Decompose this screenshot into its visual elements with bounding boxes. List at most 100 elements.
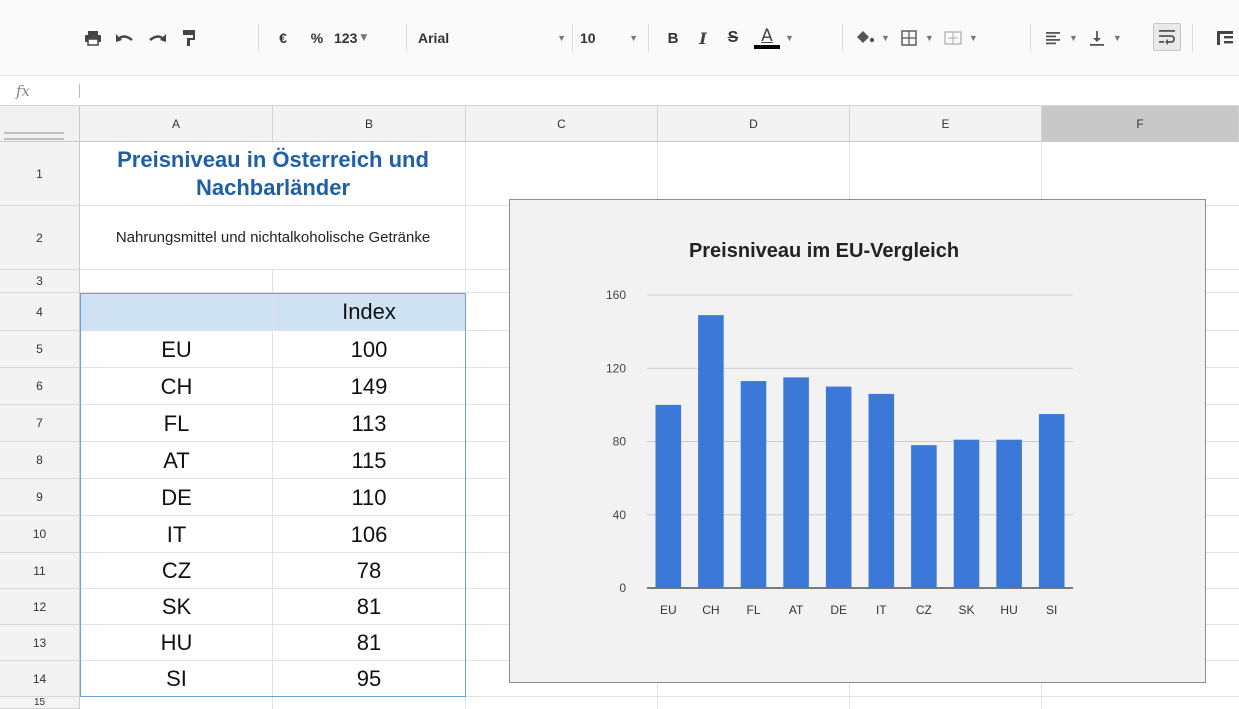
table-cell-index[interactable]: 149 <box>273 368 465 405</box>
print-icon <box>85 31 101 46</box>
row-header-7[interactable]: 7 <box>0 405 80 442</box>
row-header-9[interactable]: 9 <box>0 479 80 516</box>
x-tick-label: SI <box>1046 603 1057 617</box>
merge-cells-icon <box>944 31 962 45</box>
x-tick-label: CH <box>702 603 719 617</box>
text-color-button[interactable]: A <box>752 24 782 52</box>
align-bottom-icon <box>1089 31 1104 46</box>
row-header-10[interactable]: 10 <box>0 516 80 553</box>
row-header-12[interactable]: 12 <box>0 589 80 625</box>
bar-ch[interactable] <box>698 315 724 588</box>
fill-color-icon <box>857 31 875 43</box>
bold-button[interactable]: B <box>660 24 686 52</box>
column-header-f[interactable]: F <box>1042 106 1239 142</box>
row-header-5[interactable]: 5 <box>0 331 80 368</box>
chevron-down-icon[interactable]: ▼ <box>785 33 794 43</box>
undo-button[interactable] <box>112 24 138 52</box>
select-all-corner[interactable] <box>0 106 80 142</box>
table-cell-index[interactable]: 115 <box>273 442 465 479</box>
table-cell-country[interactable]: CH <box>81 368 272 405</box>
vertical-align-button[interactable] <box>1084 24 1110 52</box>
toolbar-separator <box>258 24 259 52</box>
y-tick-label: 40 <box>613 508 627 522</box>
text-wrap-button[interactable] <box>1153 23 1181 51</box>
borders-button[interactable] <box>896 24 922 52</box>
bar-at[interactable] <box>783 377 809 588</box>
column-header-d[interactable]: D <box>658 106 850 142</box>
bar-sk[interactable] <box>953 439 980 588</box>
bar-si[interactable] <box>1038 414 1065 588</box>
row-header-11[interactable]: 11 <box>0 553 80 589</box>
chevron-down-icon[interactable]: ▼ <box>1069 33 1078 43</box>
table-cell-country[interactable]: CZ <box>81 553 272 589</box>
italic-button[interactable]: I <box>690 24 716 52</box>
toolbar-cell-group: ▼ ▼ ▼ <box>852 22 978 54</box>
column-header-e[interactable]: E <box>850 106 1042 142</box>
column-header-b[interactable]: B <box>273 106 466 142</box>
table-cell-country[interactable]: DE <box>81 479 272 516</box>
toolbar-separator <box>1030 24 1031 52</box>
text-rotation-icon <box>1217 31 1233 45</box>
table-cell-country[interactable]: SK <box>81 589 272 625</box>
formula-input[interactable] <box>88 76 1228 105</box>
merge-cells-button[interactable] <box>940 24 966 52</box>
strikethrough-button[interactable]: S <box>720 24 746 52</box>
row-header-15[interactable]: 15 <box>0 697 80 709</box>
table-cell-index[interactable]: 95 <box>273 661 465 697</box>
table-cell-country[interactable]: EU <box>81 331 272 368</box>
sheet-subtitle[interactable]: Nahrungsmittel und nichtalkoholische Get… <box>81 206 465 269</box>
bar-cz[interactable] <box>911 445 937 588</box>
column-header-a[interactable]: A <box>80 106 273 142</box>
table-header-index[interactable]: Index <box>273 294 465 330</box>
chevron-down-icon[interactable]: ▼ <box>881 33 890 43</box>
table-cell-index[interactable]: 110 <box>273 479 465 516</box>
row-header-1[interactable]: 1 <box>0 142 80 206</box>
font-size-select[interactable]: 10 ▼ <box>580 22 638 54</box>
bar-de[interactable] <box>825 386 852 588</box>
row-header-4[interactable]: 4 <box>0 293 80 331</box>
chart[interactable]: Preisniveau im EU-Vergleich 0 40 80 120 160 E… <box>509 199 1206 683</box>
number-format-dropdown[interactable]: 123 ▼ <box>334 24 367 52</box>
table-cell-country[interactable]: AT <box>81 442 272 479</box>
chevron-down-icon: ▼ <box>360 33 368 43</box>
redo-button[interactable] <box>144 24 170 52</box>
row-header-6[interactable]: 6 <box>0 368 80 405</box>
text-color-icon: A <box>761 26 773 46</box>
row-header-3[interactable]: 3 <box>0 270 80 293</box>
table-header-country[interactable] <box>81 294 272 330</box>
text-rotation-button[interactable] <box>1212 24 1238 52</box>
table-cell-country[interactable]: IT <box>81 516 272 553</box>
bar-fl[interactable] <box>740 381 767 588</box>
row-header-14[interactable]: 14 <box>0 661 80 697</box>
percent-format-button[interactable]: % <box>304 24 330 52</box>
font-family-select[interactable]: Arial ▼ <box>418 22 566 54</box>
horizontal-align-button[interactable] <box>1040 24 1066 52</box>
bar-it[interactable] <box>868 393 895 588</box>
bar-hu[interactable] <box>996 439 1022 588</box>
column-header-c[interactable]: C <box>466 106 658 142</box>
table-cell-index[interactable]: 113 <box>273 405 465 442</box>
table-cell-index[interactable]: 78 <box>273 553 465 589</box>
table-cell-index[interactable]: 81 <box>273 589 465 625</box>
row-header-2[interactable]: 2 <box>0 206 80 270</box>
table-cell-index[interactable]: 106 <box>273 516 465 553</box>
formula-bar: fx <box>0 76 1239 106</box>
paint-format-button[interactable] <box>176 24 202 52</box>
row-header-13[interactable]: 13 <box>0 625 80 661</box>
table-cell-country[interactable]: FL <box>81 405 272 442</box>
y-tick-label: 0 <box>619 581 626 595</box>
bar-eu[interactable] <box>655 404 682 588</box>
table-cell-index[interactable]: 100 <box>273 331 465 368</box>
chevron-down-icon[interactable]: ▼ <box>925 33 934 43</box>
currency-format-button[interactable]: € <box>270 24 296 52</box>
table-cell-country[interactable]: HU <box>81 625 272 661</box>
print-button[interactable] <box>80 24 106 52</box>
chevron-down-icon[interactable]: ▼ <box>969 33 978 43</box>
chevron-down-icon[interactable]: ▼ <box>1113 33 1122 43</box>
align-left-icon <box>1046 32 1060 45</box>
row-header-8[interactable]: 8 <box>0 442 80 479</box>
table-cell-index[interactable]: 81 <box>273 625 465 661</box>
table-cell-country[interactable]: SI <box>81 661 272 697</box>
fill-color-button[interactable] <box>852 24 878 52</box>
sheet-title[interactable]: Preisniveau in Österreich und Nachbarlän… <box>81 143 465 205</box>
